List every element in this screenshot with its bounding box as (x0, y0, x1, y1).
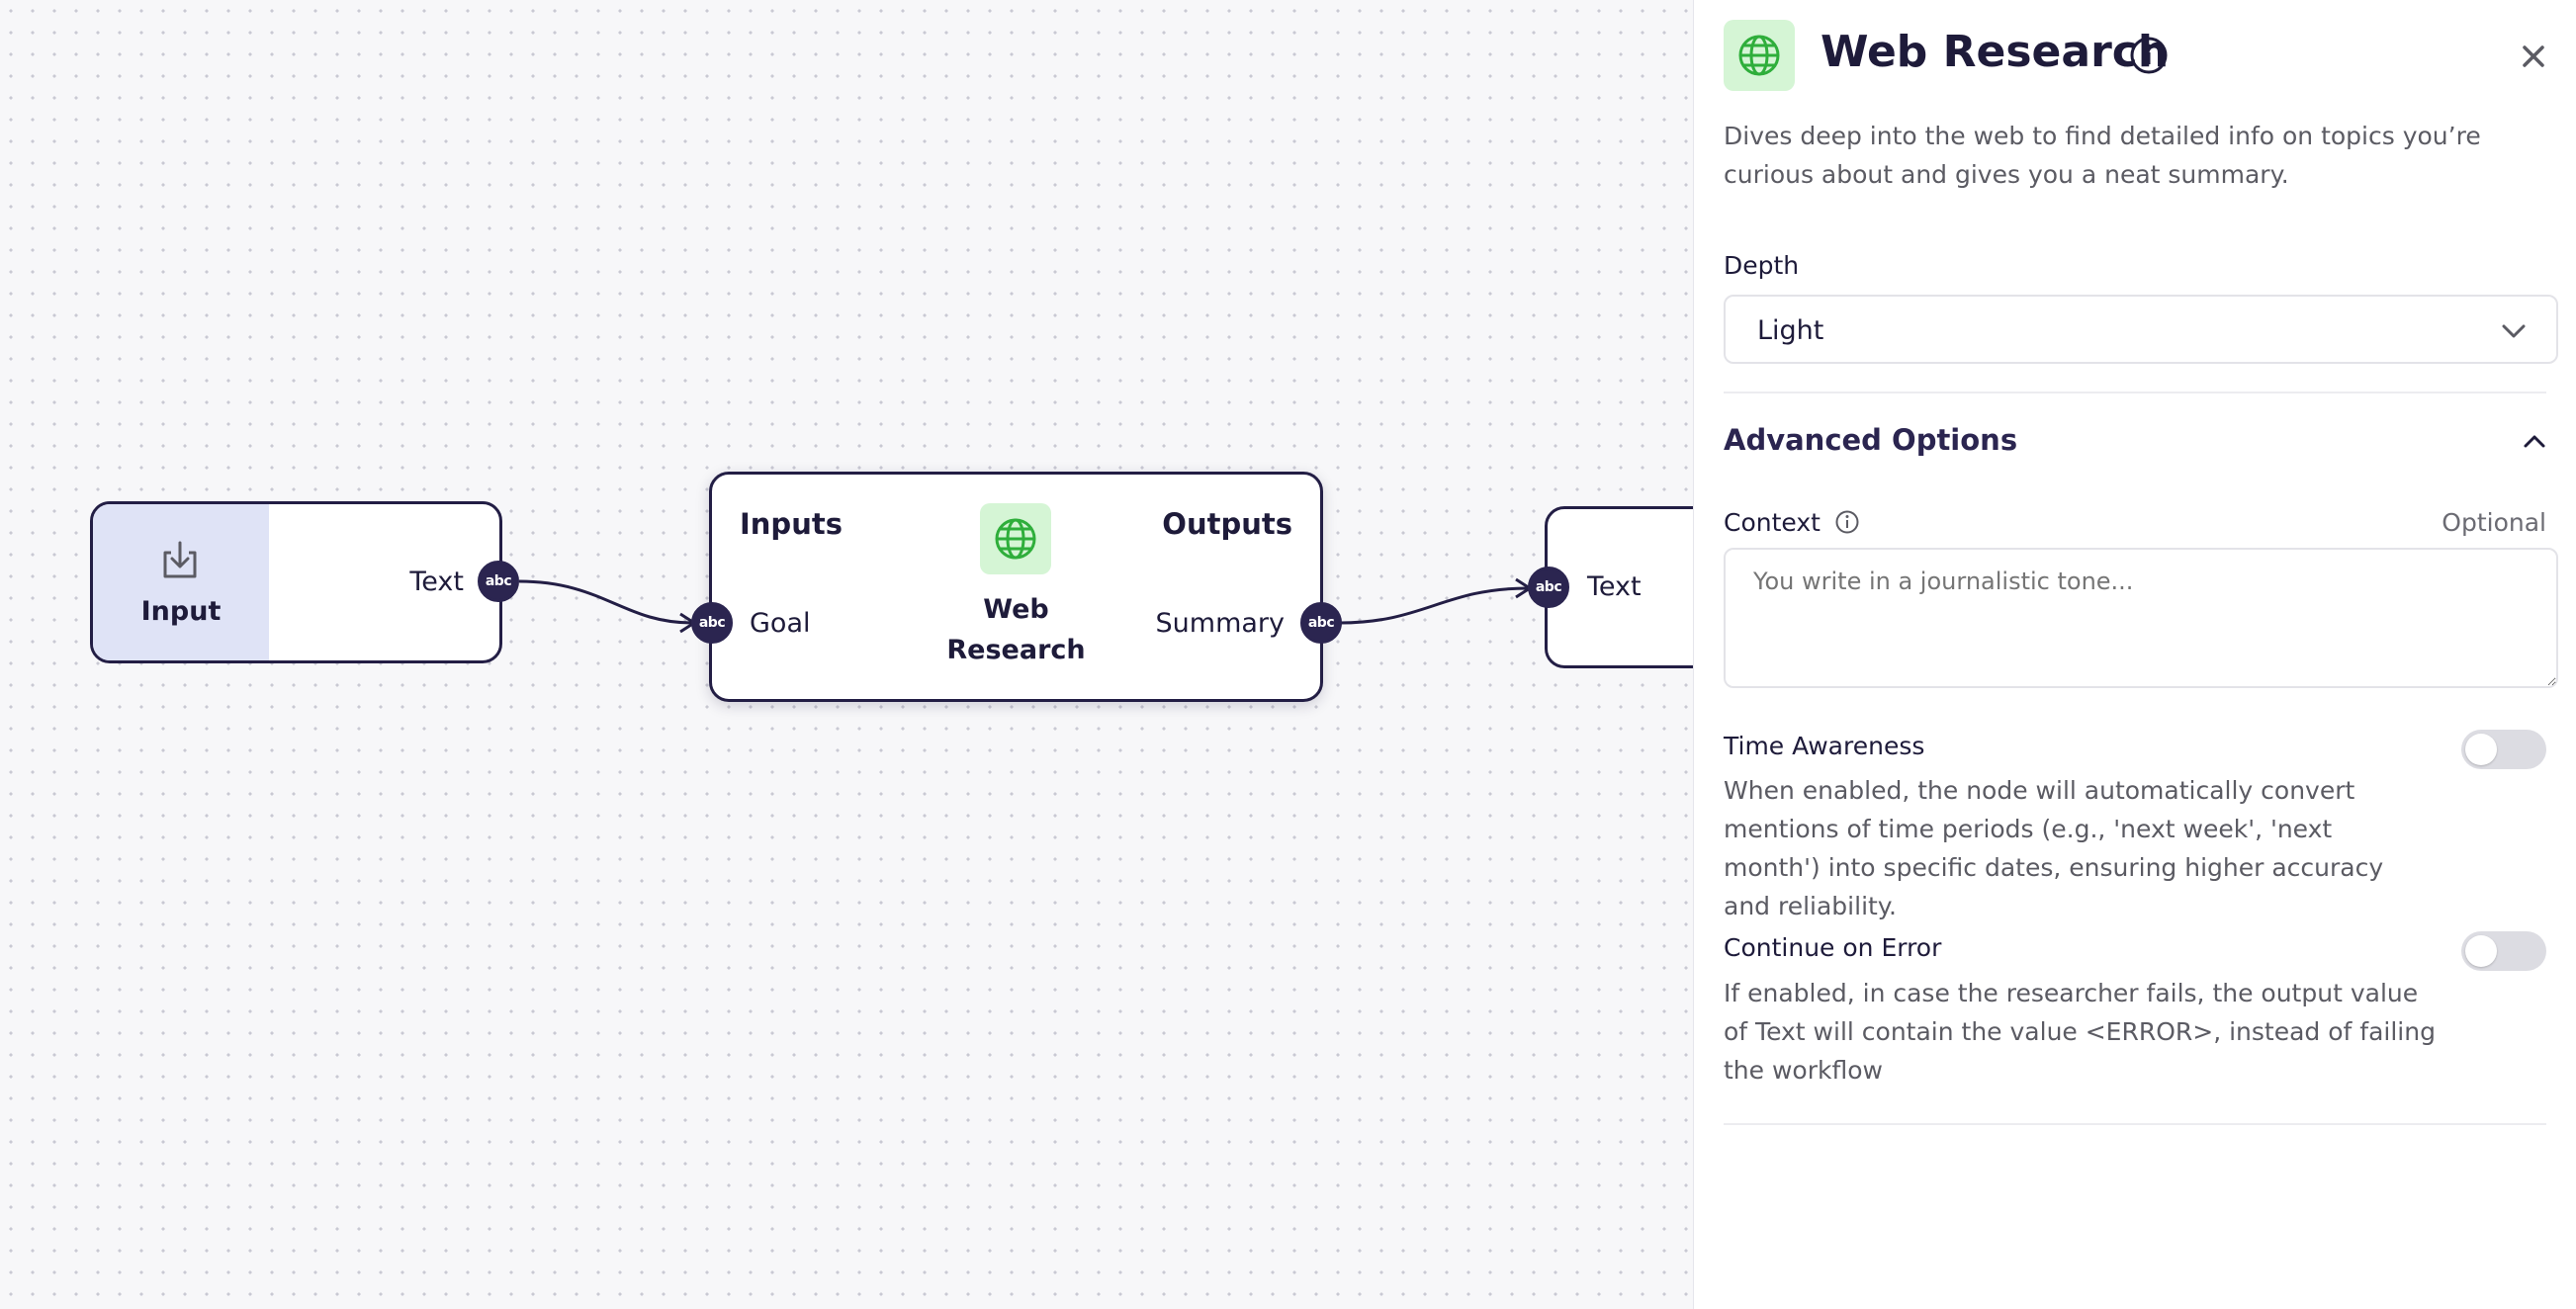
continue-on-error-toggle[interactable] (2461, 931, 2546, 971)
input-node-output-label: Text (409, 567, 464, 597)
panel-description: Dives deep into the web to find detailed… (1724, 122, 2481, 189)
summary-output-label: Summary (1155, 608, 1285, 639)
input-node-output-handle[interactable]: abc (478, 561, 519, 602)
chevron-up-icon[interactable] (2523, 433, 2546, 449)
info-icon[interactable] (2129, 36, 2169, 75)
time-awareness-label: Time Awareness (1724, 732, 1925, 760)
inputs-header: Inputs (740, 507, 843, 541)
node-settings-panel: Web Research Dives deep into the web to … (1693, 0, 2576, 1309)
panel-title: Web Research (1821, 27, 2170, 77)
output-node-input-handle[interactable]: abc (1528, 567, 1569, 608)
download-icon (163, 541, 197, 578)
outputs-header: Outputs (1162, 507, 1292, 541)
divider (1724, 1123, 2546, 1125)
goal-input-handle[interactable]: abc (691, 602, 733, 644)
research-icon-tile (980, 503, 1051, 574)
depth-select-value: Light (1757, 315, 1824, 346)
time-awareness-toggle[interactable] (2461, 730, 2546, 769)
continue-on-error-label: Continue on Error (1724, 933, 1942, 962)
time-awareness-description: When enabled, the node will automaticall… (1724, 776, 2384, 920)
depth-label: Depth (1724, 251, 1800, 280)
context-label: Context (1724, 508, 1821, 537)
divider (1724, 392, 2546, 393)
research-node-title: Web Research (946, 594, 1086, 665)
output-node-input-label: Text (1587, 571, 1642, 602)
globe-icon (1738, 35, 1780, 76)
summary-output-handle[interactable]: abc (1300, 602, 1342, 644)
edge-research-to-output (1339, 586, 1529, 625)
depth-select[interactable]: Light (1724, 295, 2558, 364)
context-info-icon[interactable] (1834, 509, 1860, 535)
panel-icon-tile (1724, 20, 1795, 91)
continue-on-error-description: If enabled, in case the researcher fails… (1724, 979, 2436, 1085)
context-textarea[interactable] (1724, 548, 2558, 688)
goal-input-label: Goal (750, 608, 811, 639)
close-icon[interactable] (2521, 44, 2546, 69)
input-node[interactable]: Input Text (90, 501, 502, 663)
advanced-options-toggle[interactable]: Advanced Options (1724, 423, 2017, 457)
input-node-title: Input (140, 596, 222, 627)
context-optional-label: Optional (2442, 508, 2546, 537)
web-research-node[interactable]: Inputs Outputs Web Research Goal Summary (709, 472, 1323, 702)
chevron-down-icon (2502, 324, 2526, 338)
globe-icon (995, 518, 1036, 560)
edge-input-to-research (518, 579, 693, 625)
workflow-canvas[interactable]: Input Text abc Inputs Outputs Web Resear… (0, 0, 1693, 1309)
